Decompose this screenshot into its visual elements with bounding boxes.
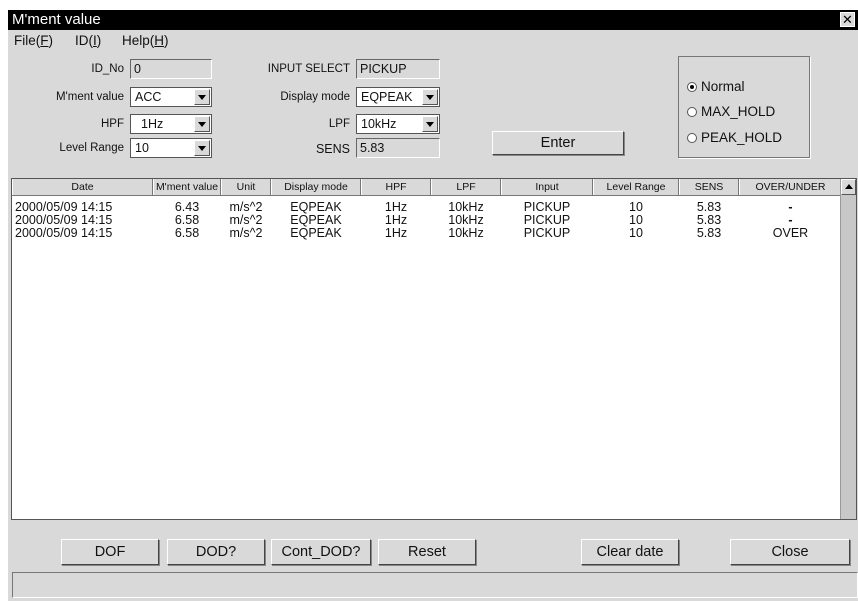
cell-unit: m/s^2: [229, 226, 263, 240]
lpf-label: LPF: [328, 118, 350, 130]
window-title: M'ment value: [12, 11, 101, 28]
cont-dod-button[interactable]: Cont_DOD?: [271, 539, 371, 565]
menu-file-key: F: [40, 33, 49, 48]
cell-lpf: 10kHz: [448, 226, 484, 240]
menu-id[interactable]: ID(I): [75, 33, 101, 48]
id-no-label: ID_No: [91, 63, 124, 75]
menu-help[interactable]: Help(H): [122, 33, 169, 48]
chevron-down-icon[interactable]: [194, 89, 210, 105]
display-mode-select[interactable]: EQPEAK: [356, 87, 440, 107]
cell-date: 2000/05/09 14:15: [15, 226, 113, 240]
cell-display-mode: EQPEAK: [290, 226, 342, 240]
column-header-level-range[interactable]: Level Range: [593, 179, 679, 195]
reset-button[interactable]: Reset: [378, 539, 476, 565]
radio-unselected-icon[interactable]: [687, 107, 697, 117]
chevron-down-icon[interactable]: [194, 116, 210, 132]
column-header-sens[interactable]: SENS: [679, 179, 739, 195]
menu-id-suffix: ): [96, 33, 102, 48]
column-header-input[interactable]: Input: [501, 179, 593, 195]
input-select-label: INPUT SELECT: [267, 63, 350, 75]
menu-file[interactable]: File(F): [14, 33, 53, 48]
menu-help-key: H: [154, 33, 165, 48]
menu-help-label: Help(: [122, 33, 155, 48]
level-range-select[interactable]: 10: [130, 138, 212, 158]
radio-selected-icon[interactable]: [687, 82, 697, 92]
hpf-label: HPF: [101, 118, 124, 130]
close-button[interactable]: Close: [730, 539, 850, 565]
chevron-down-icon[interactable]: [422, 116, 438, 132]
table-scrollbar[interactable]: [840, 179, 856, 519]
column-header-display-mode[interactable]: Display mode: [271, 179, 361, 195]
cell-over-under: OVER: [772, 226, 809, 240]
chevron-down-icon[interactable]: [194, 140, 210, 156]
hold-mode-group: Normal MAX_HOLD PEAK_HOLD: [678, 56, 810, 158]
id-no-field: 0: [130, 59, 212, 79]
table-row[interactable]: 2000/05/09 14:15 6.58 m/s^2 EQPEAK 1Hz 1…: [12, 227, 842, 240]
mment-value-select[interactable]: ACC: [130, 87, 212, 107]
radio-max-hold-label: MAX_HOLD: [701, 104, 776, 119]
radio-unselected-icon[interactable]: [687, 133, 697, 143]
results-table[interactable]: Date M'ment value Unit Display mode HPF …: [11, 178, 857, 520]
radio-peak-hold-label: PEAK_HOLD: [701, 130, 783, 145]
display-mode-label: Display mode: [280, 91, 350, 103]
menu-help-suffix: ): [164, 33, 169, 48]
sens-field: 5.83: [356, 138, 440, 158]
column-header-mment-value[interactable]: M'ment value: [153, 179, 221, 195]
input-select-field: PICKUP: [356, 59, 440, 79]
column-header-hpf[interactable]: HPF: [361, 179, 431, 195]
cell-level-range: 10: [629, 226, 643, 240]
sens-label: SENS: [315, 142, 350, 156]
menu-file-suffix: ): [48, 33, 54, 48]
scroll-up-arrow-icon[interactable]: [841, 179, 856, 195]
chevron-down-icon[interactable]: [422, 89, 438, 105]
radio-normal-label: Normal: [701, 79, 745, 94]
close-window-icon[interactable]: ✕: [840, 12, 855, 27]
mment-value-text: ACC: [135, 90, 162, 104]
cell-mment-value: 6.58: [174, 226, 200, 240]
column-header-unit[interactable]: Unit: [221, 179, 271, 195]
column-header-over-under[interactable]: OVER/UNDER: [739, 179, 842, 195]
dod-button[interactable]: DOD?: [167, 539, 265, 565]
cell-input: PICKUP: [523, 226, 571, 240]
title-bar: M'ment value ✕: [8, 10, 858, 30]
dof-button[interactable]: DOF: [61, 539, 159, 565]
lpf-select[interactable]: 10kHz: [356, 114, 440, 134]
display-mode-text: EQPEAK: [361, 90, 413, 104]
lpf-text: 10kHz: [361, 117, 397, 131]
mment-value-label: M'ment value: [55, 91, 124, 103]
menu-id-label: ID(: [75, 33, 93, 48]
table-header: Date M'ment value Unit Display mode HPF …: [12, 179, 842, 196]
column-header-lpf[interactable]: LPF: [431, 179, 501, 195]
cell-hpf: 1Hz: [384, 226, 408, 240]
hpf-text: 1Hz: [141, 117, 164, 131]
clear-date-button[interactable]: Clear date: [581, 539, 679, 565]
menu-bar: File(F) ID(I) Help(H): [8, 30, 858, 50]
level-range-text: 10: [135, 141, 149, 155]
enter-button[interactable]: Enter: [492, 131, 624, 155]
column-header-date[interactable]: Date: [12, 179, 153, 195]
app-window: M'ment value ✕ File(F) ID(I) Help(H) ID_…: [8, 10, 858, 601]
level-range-label: Level Range: [59, 142, 124, 154]
menu-file-label: File(: [14, 33, 41, 48]
status-bar: [12, 572, 858, 598]
hpf-select[interactable]: 1Hz: [130, 114, 212, 134]
cell-sens: 5.83: [696, 226, 722, 240]
